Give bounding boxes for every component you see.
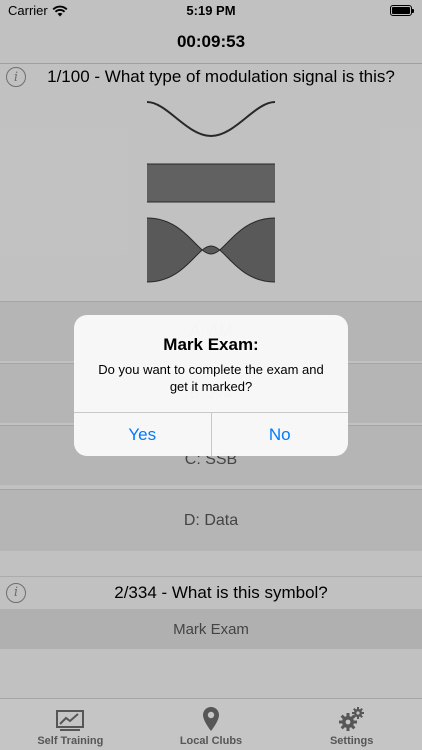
- no-button[interactable]: No: [210, 413, 349, 456]
- alert-message: Do you want to complete the exam and get…: [98, 362, 324, 394]
- alert-title: Mark Exam:: [163, 335, 259, 354]
- mark-exam-alert: Mark Exam: Do you want to complete the e…: [74, 315, 348, 456]
- alert-buttons: Yes No: [74, 412, 348, 456]
- yes-button[interactable]: Yes: [74, 413, 211, 456]
